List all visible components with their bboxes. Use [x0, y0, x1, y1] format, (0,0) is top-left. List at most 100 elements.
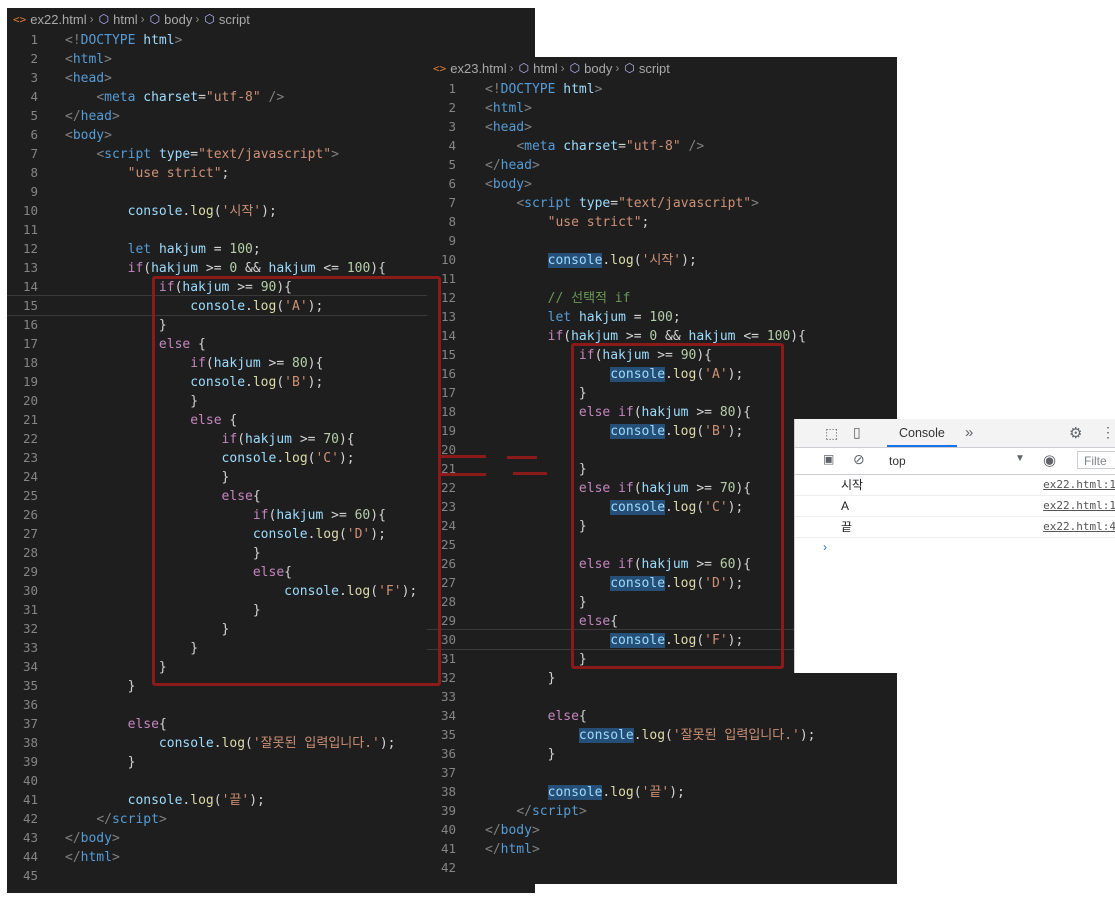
code-text[interactable]: console.log('A');	[65, 299, 323, 314]
code-text[interactable]: </script>	[65, 812, 166, 827]
code-text[interactable]: }	[65, 660, 167, 675]
breadcrumb-item[interactable]: html	[113, 12, 138, 27]
code-text[interactable]: "use strict";	[485, 215, 650, 230]
code-line[interactable]: 34 else{	[427, 706, 897, 725]
code-text[interactable]: <body>	[485, 177, 532, 192]
console-prompt-row[interactable]: ›	[795, 538, 1115, 558]
code-line[interactable]: 16 console.log('A');	[427, 364, 897, 383]
sidebar-toggle-icon[interactable]: ▣	[823, 452, 834, 466]
console-source-link[interactable]: ex22.html:1	[1043, 496, 1115, 516]
code-text[interactable]: if(hakjum >= 90){	[65, 280, 292, 295]
breadcrumb-item[interactable]: body	[164, 12, 192, 27]
code-text[interactable]: }	[485, 519, 587, 534]
code-line[interactable]: 11	[427, 269, 897, 288]
device-toolbar-icon[interactable]: ▯	[853, 424, 861, 441]
code-text[interactable]: console.log('C');	[65, 451, 355, 466]
code-line[interactable]: 33	[427, 687, 897, 706]
code-text[interactable]: else if(hakjum >= 80){	[485, 405, 751, 420]
code-line[interactable]: 9	[427, 231, 897, 250]
code-text[interactable]: <head>	[485, 120, 532, 135]
code-text[interactable]: else if(hakjum >= 60){	[485, 557, 751, 572]
code-text[interactable]: <body>	[65, 128, 112, 143]
code-line[interactable]: 37	[427, 763, 897, 782]
code-text[interactable]: }	[65, 470, 230, 485]
breadcrumb-file[interactable]: ex23.html	[450, 61, 506, 76]
code-line[interactable]: 38 console.log('끝');	[427, 782, 897, 801]
code-text[interactable]: console.log('D');	[485, 576, 743, 591]
code-text[interactable]: else{	[65, 489, 261, 504]
code-text[interactable]: }	[65, 603, 261, 618]
code-text[interactable]: if(hakjum >= 90){	[485, 348, 712, 363]
code-text[interactable]: <meta charset="utf-8" />	[485, 139, 704, 154]
breadcrumb-file[interactable]: ex22.html	[30, 12, 86, 27]
breadcrumb-item[interactable]: body	[584, 61, 612, 76]
code-text[interactable]: console.log('시작');	[65, 204, 277, 219]
gear-icon[interactable]: ⚙	[1069, 424, 1082, 442]
code-text[interactable]: console.log('잘못된 입력입니다.');	[65, 736, 396, 751]
code-line[interactable]: 10 console.log('시작');	[427, 250, 897, 269]
code-text[interactable]: console.log('D');	[65, 527, 386, 542]
code-text[interactable]: else {	[65, 413, 237, 428]
code-text[interactable]: console.log('F');	[485, 633, 743, 648]
dropdown-arrow-icon[interactable]: ▼	[1015, 453, 1025, 464]
code-text[interactable]: console.log('끝');	[65, 793, 265, 808]
code-line[interactable]: 3 <head>	[427, 117, 897, 136]
code-text[interactable]: else{	[65, 717, 167, 732]
code-line[interactable]: 39 </script>	[427, 801, 897, 820]
code-text[interactable]: }	[65, 755, 136, 770]
code-text[interactable]: </html>	[485, 842, 540, 857]
code-line[interactable]: 13 let hakjum = 100;	[427, 307, 897, 326]
code-text[interactable]: </body>	[485, 823, 540, 838]
code-text[interactable]: <!DOCTYPE html>	[485, 82, 602, 97]
code-line[interactable]: 17 }	[427, 383, 897, 402]
code-line[interactable]: 6 <body>	[427, 174, 897, 193]
code-text[interactable]: }	[485, 652, 587, 667]
clear-console-icon[interactable]: ⊘	[853, 451, 865, 468]
code-text[interactable]: <html>	[485, 101, 532, 116]
code-text[interactable]: }	[65, 679, 136, 694]
code-line[interactable]: 35 console.log('잘못된 입력입니다.');	[427, 725, 897, 744]
code-text[interactable]: <script type="text/javascript">	[65, 147, 339, 162]
code-text[interactable]: }	[65, 546, 261, 561]
code-text[interactable]: console.log('B');	[485, 424, 743, 439]
code-text[interactable]: }	[65, 622, 230, 637]
code-line[interactable]: 8 "use strict";	[427, 212, 897, 231]
kebab-menu-icon[interactable]: ⋮	[1101, 424, 1115, 441]
tab-console[interactable]: Console	[887, 419, 957, 447]
code-line[interactable]: 14 if(hakjum >= 0 && hakjum <= 100){	[427, 326, 897, 345]
code-line[interactable]: 36 }	[427, 744, 897, 763]
more-tabs-icon[interactable]: »	[965, 424, 973, 441]
code-text[interactable]: if(hakjum >= 80){	[65, 356, 323, 371]
code-text[interactable]: <head>	[65, 71, 112, 86]
console-source-link[interactable]: ex22.html:1	[1043, 475, 1115, 495]
code-text[interactable]: else{	[485, 709, 587, 724]
code-line[interactable]: 1 <!DOCTYPE html>	[427, 79, 897, 98]
code-text[interactable]: }	[65, 318, 167, 333]
code-text[interactable]: "use strict";	[65, 166, 230, 181]
code-line[interactable]: 5 </head>	[427, 155, 897, 174]
code-text[interactable]: console.log('A');	[485, 367, 743, 382]
code-text[interactable]: else if(hakjum >= 70){	[485, 481, 751, 496]
breadcrumb-item[interactable]: script	[639, 61, 670, 76]
code-text[interactable]: </html>	[65, 850, 120, 865]
code-text[interactable]: if(hakjum >= 0 && hakjum <= 100){	[65, 261, 386, 276]
code-line[interactable]: 2 <html>	[427, 98, 897, 117]
code-line[interactable]: 41 </html>	[427, 839, 897, 858]
console-prompt[interactable]: ›	[823, 540, 827, 554]
devtools-panel[interactable]: ⬚ ▯ Console » ⚙ ⋮ ▣ ⊘ top ▼ ◉ Filte 시작 e…	[794, 419, 1115, 673]
code-text[interactable]: }	[485, 747, 556, 762]
code-text[interactable]: // 선택적 if	[485, 291, 631, 306]
code-text[interactable]: console.log('C');	[485, 500, 743, 515]
code-text[interactable]: console.log('끝');	[485, 785, 685, 800]
eye-icon[interactable]: ◉	[1043, 451, 1056, 469]
code-text[interactable]: }	[485, 671, 556, 686]
code-text[interactable]: <html>	[65, 52, 112, 67]
code-text[interactable]: if(hakjum >= 70){	[65, 432, 355, 447]
code-line[interactable]: 12 // 선택적 if	[427, 288, 897, 307]
code-text[interactable]: console.log('잘못된 입력입니다.');	[485, 728, 816, 743]
code-line[interactable]: 15 if(hakjum >= 90){	[427, 345, 897, 364]
code-line[interactable]: 1 <!DOCTYPE html>	[7, 30, 535, 49]
code-text[interactable]: <!DOCTYPE html>	[65, 33, 182, 48]
code-text[interactable]: console.log('B');	[65, 375, 323, 390]
code-text[interactable]: </body>	[65, 831, 120, 846]
